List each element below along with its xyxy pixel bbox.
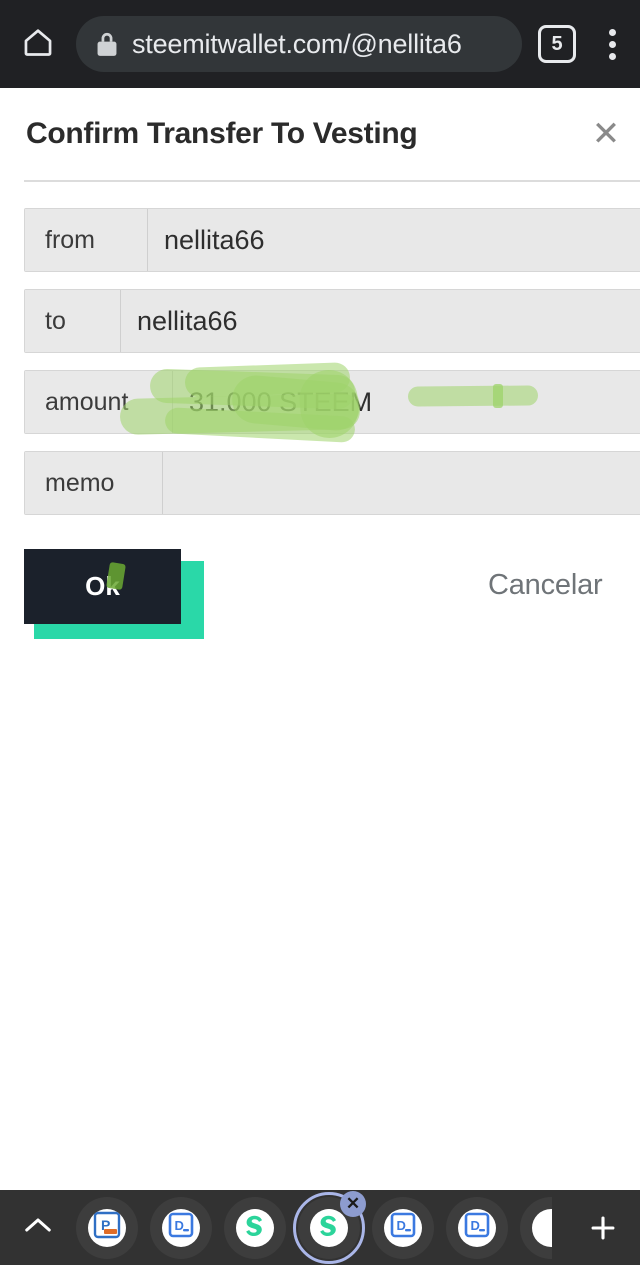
tab-docs-1[interactable]: D bbox=[150, 1196, 212, 1259]
expand-tabstrip-button[interactable] bbox=[0, 1215, 76, 1240]
favicon bbox=[532, 1208, 552, 1247]
field-label-memo: memo bbox=[25, 452, 163, 514]
ok-button-wrapper: Ok bbox=[24, 549, 204, 639]
field-label-to: to bbox=[25, 290, 121, 352]
docs-icon: D bbox=[462, 1210, 492, 1245]
confirm-transfer-dialog: Confirm Transfer To Vesting ✕ from nelli… bbox=[0, 88, 640, 689]
tab-count-button[interactable]: 5 bbox=[538, 25, 576, 63]
home-icon bbox=[21, 25, 55, 64]
favicon: D bbox=[162, 1208, 200, 1247]
svg-text:D: D bbox=[397, 1218, 406, 1233]
favicon: D bbox=[384, 1208, 422, 1247]
page-title: Confirm Transfer To Vesting bbox=[26, 117, 418, 150]
field-row-memo: memo bbox=[24, 451, 640, 515]
powerpoint-icon: P bbox=[92, 1210, 122, 1245]
plus-icon bbox=[586, 1211, 620, 1245]
overflow-menu-button[interactable] bbox=[584, 28, 640, 60]
field-row-from: from nellita66 bbox=[24, 208, 640, 272]
overflow-menu-icon bbox=[608, 28, 616, 36]
field-row-amount: amount 31.000 STEEM bbox=[24, 370, 640, 434]
docs-icon: D bbox=[388, 1210, 418, 1245]
docs-icon: D bbox=[166, 1210, 196, 1245]
browser-tabstrip: P D ✕ D D bbox=[0, 1190, 640, 1265]
address-bar[interactable]: steemitwallet.com/@nellita6 bbox=[76, 16, 522, 72]
favicon: D bbox=[458, 1208, 496, 1247]
tab-list: P D ✕ D D bbox=[76, 1190, 566, 1264]
favicon bbox=[310, 1208, 348, 1247]
cancel-button[interactable]: Cancelar bbox=[488, 569, 603, 602]
browser-toolbar: steemitwallet.com/@nellita6 5 bbox=[0, 0, 640, 88]
chevron-up-icon bbox=[23, 1215, 53, 1240]
url-text: steemitwallet.com/@nellita6 bbox=[132, 28, 462, 59]
favicon bbox=[236, 1208, 274, 1247]
steem-icon bbox=[312, 1209, 346, 1247]
tab-partially-visible[interactable] bbox=[520, 1196, 552, 1259]
field-value-amount: 31.000 STEEM bbox=[173, 371, 640, 433]
dialog-actions: Ok Cancelar bbox=[0, 549, 640, 689]
tab-steemit-2-active[interactable]: ✕ bbox=[293, 1190, 366, 1264]
field-label-amount: amount bbox=[25, 371, 173, 433]
ok-button-label: Ok bbox=[85, 571, 120, 601]
field-label-from: from bbox=[25, 209, 148, 271]
tab-count-label: 5 bbox=[551, 32, 563, 55]
tab-powerpoint[interactable]: P bbox=[76, 1196, 138, 1259]
tab-docs-2[interactable]: D bbox=[372, 1196, 434, 1259]
overflow-menu-icon-dot3 bbox=[608, 52, 616, 60]
ok-button[interactable]: Ok bbox=[24, 549, 181, 624]
transfer-form: from nellita66 to nellita66 amount 31.00… bbox=[0, 182, 640, 515]
close-tab-icon[interactable]: ✕ bbox=[340, 1190, 366, 1217]
home-button[interactable] bbox=[0, 25, 76, 64]
field-value-memo bbox=[163, 452, 640, 514]
field-value-to: nellita66 bbox=[121, 290, 640, 352]
overflow-menu-icon-dot2 bbox=[608, 40, 616, 48]
lock-icon bbox=[96, 31, 118, 57]
svg-text:D: D bbox=[471, 1218, 480, 1233]
steem-icon bbox=[238, 1209, 272, 1247]
app-screen: steemitwallet.com/@nellita6 5 Confirm Tr… bbox=[0, 0, 640, 1265]
favicon: P bbox=[88, 1208, 126, 1247]
field-row-to: to nellita66 bbox=[24, 289, 640, 353]
new-tab-button[interactable] bbox=[566, 1211, 640, 1245]
tab-overflow[interactable] bbox=[520, 1196, 552, 1259]
tab-steemit-1[interactable] bbox=[224, 1196, 286, 1259]
svg-text:D: D bbox=[175, 1218, 184, 1233]
field-value-from: nellita66 bbox=[148, 209, 640, 271]
tab-docs-3[interactable]: D bbox=[446, 1196, 508, 1259]
dialog-header: Confirm Transfer To Vesting ✕ bbox=[0, 88, 640, 180]
close-icon[interactable]: ✕ bbox=[582, 110, 630, 158]
